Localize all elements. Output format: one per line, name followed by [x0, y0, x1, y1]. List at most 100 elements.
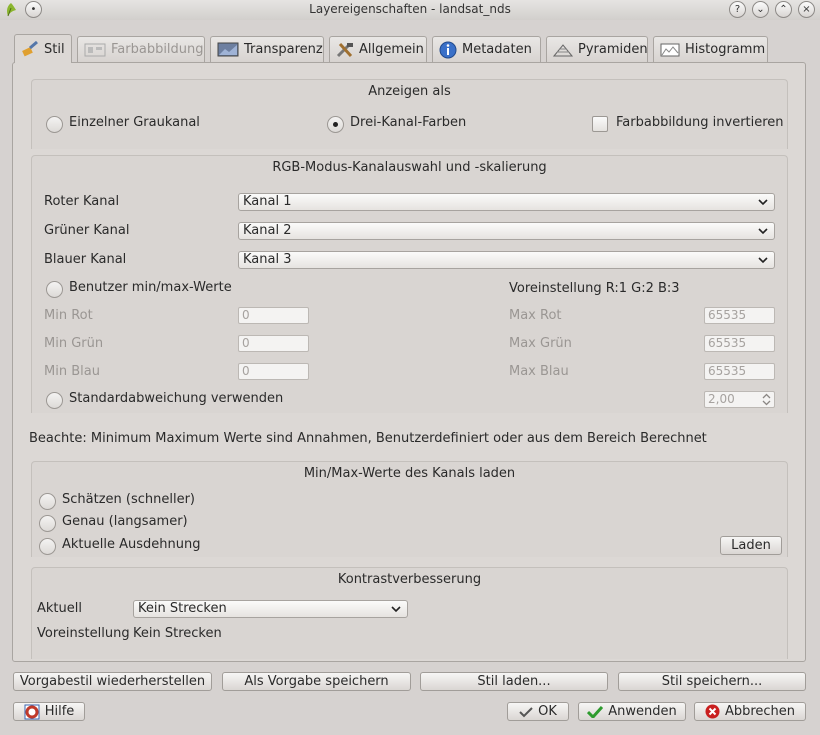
apply-button[interactable]: Anwenden	[578, 702, 686, 721]
colormap-icon	[84, 43, 106, 56]
estimate-label: Schätzen (schneller)	[62, 492, 196, 507]
tab-colormap[interactable]: Farbabbildung	[77, 36, 205, 62]
single-gray-radio[interactable]	[46, 116, 63, 133]
info-icon	[439, 41, 457, 58]
contrast-preset-value: Kein Strecken	[133, 626, 222, 641]
ok-label: OK	[538, 704, 557, 719]
max-green-label: Max Grün	[509, 336, 572, 351]
min-green-field[interactable]: 0	[238, 335, 309, 352]
blue-band-value: Kanal 3	[243, 252, 292, 267]
tab-colormap-label: Farbabbildung	[111, 42, 204, 57]
blue-band-select[interactable]: Kanal 3	[238, 251, 775, 269]
max-blue-field[interactable]: 65535	[704, 363, 775, 380]
red-band-label: Roter Kanal	[44, 194, 120, 209]
stddev-radio[interactable]	[46, 392, 63, 409]
tools-icon	[336, 42, 353, 57]
tab-pyramids[interactable]: Pyramiden	[546, 36, 648, 62]
tab-style-label: Stil	[44, 41, 65, 57]
cancel-button[interactable]: Abbrechen	[694, 702, 806, 721]
chevron-down-icon	[758, 257, 768, 264]
tab-transparency[interactable]: Transparenz	[210, 36, 324, 62]
tab-histogram[interactable]: Histogramm	[653, 36, 768, 62]
contrast-select[interactable]: Kein Strecken	[133, 600, 408, 618]
load-style-button[interactable]: Stil laden...	[420, 672, 608, 691]
ok-button[interactable]: OK	[507, 702, 569, 721]
minimize-button[interactable]: ⌄	[752, 1, 769, 18]
save-style-button[interactable]: Stil speichern...	[618, 672, 806, 691]
exact-label: Genau (langsamer)	[62, 514, 188, 529]
restore-default-style-button[interactable]: Vorgabestil wiederherstellen	[13, 672, 212, 691]
tab-pyramids-label: Pyramiden	[578, 42, 648, 57]
tab-histogram-label: Histogramm	[685, 42, 766, 57]
lifebuoy-icon	[24, 704, 40, 719]
chevron-down-icon	[758, 199, 768, 206]
red-band-select[interactable]: Kanal 1	[238, 193, 775, 211]
single-gray-label: Einzelner Graukanal	[69, 115, 200, 130]
chevron-down-icon	[391, 606, 401, 613]
blue-band-label: Blauer Kanal	[44, 252, 127, 267]
green-band-select[interactable]: Kanal 2	[238, 222, 775, 240]
min-blue-field[interactable]: 0	[238, 363, 309, 380]
green-checkmark-icon	[587, 705, 604, 718]
max-red-field[interactable]: 65535	[704, 307, 775, 324]
three-band-label: Drei-Kanal-Farben	[350, 115, 467, 130]
three-band-radio[interactable]	[327, 116, 344, 133]
contrast-preset-label: Voreinstellung	[37, 626, 130, 641]
invert-colormap-checkbox[interactable]	[592, 116, 608, 132]
max-green-field[interactable]: 65535	[704, 335, 775, 352]
brush-icon	[22, 41, 38, 57]
max-red-label: Max Rot	[509, 308, 562, 323]
maximize-button[interactable]: ⌃	[775, 1, 792, 18]
user-minmax-label: Benutzer min/max-Werte	[69, 280, 232, 295]
rgb-group: RGB-Modus-Kanalauswahl und -skalierung R…	[31, 155, 788, 413]
min-blue-label: Min Blau	[44, 364, 100, 379]
save-as-default-button[interactable]: Als Vorgabe speichern	[222, 672, 411, 691]
max-blue-label: Max Blau	[509, 364, 569, 379]
close-button[interactable]: ×	[798, 1, 815, 18]
min-red-label: Min Rot	[44, 308, 93, 323]
display-as-group: Anzeigen als Einzelner Graukanal Drei-Ka…	[31, 79, 788, 149]
chevron-down-icon	[758, 228, 768, 235]
estimate-radio[interactable]	[39, 493, 56, 510]
title-bar: • Layereigenschaften - landsat_nds ? ⌄ ⌃…	[0, 0, 820, 20]
help-title-button[interactable]: ?	[729, 1, 746, 18]
exact-radio[interactable]	[39, 515, 56, 532]
load-button[interactable]: Laden	[720, 536, 782, 555]
contrast-value: Kein Strecken	[138, 601, 227, 616]
red-band-value: Kanal 1	[243, 194, 292, 209]
histogram-icon	[660, 43, 680, 56]
min-green-label: Min Grün	[44, 336, 104, 351]
window-title: Layereigenschaften - landsat_nds	[309, 2, 511, 16]
help-button[interactable]: Hilfe	[13, 702, 85, 721]
current-extent-label: Aktuelle Ausdehnung	[62, 537, 201, 552]
tab-metadata[interactable]: Metadaten	[432, 36, 541, 62]
stddev-spinbox[interactable]: 2,00	[704, 391, 775, 408]
rgb-title: RGB-Modus-Kanalauswahl und -skalierung	[272, 160, 547, 175]
stddev-value: 2,00	[708, 392, 735, 406]
contrast-title: Kontrastverbesserung	[337, 572, 482, 587]
tab-general-label: Allgemein	[359, 42, 424, 57]
tab-general[interactable]: Allgemein	[329, 36, 427, 62]
current-extent-radio[interactable]	[39, 538, 56, 555]
preset-bands-label: Voreinstellung R:1 G:2 B:3	[509, 281, 680, 296]
tab-style[interactable]: Stil	[14, 34, 72, 63]
checkmark-icon	[519, 706, 533, 717]
tab-transparency-label: Transparenz	[244, 42, 323, 57]
tab-metadata-label: Metadaten	[462, 42, 532, 57]
stddev-label: Standardabweichung verwenden	[69, 391, 284, 406]
pyramid-icon	[553, 43, 573, 56]
cancel-icon	[705, 704, 720, 719]
apply-label: Anwenden	[608, 704, 677, 719]
style-panel: Anzeigen als Einzelner Graukanal Drei-Ka…	[12, 62, 806, 662]
display-as-title: Anzeigen als	[368, 84, 451, 99]
spin-arrows-icon[interactable]	[762, 393, 771, 406]
contrast-group: Kontrastverbesserung Aktuell Kein Streck…	[31, 567, 788, 659]
transparency-icon	[217, 42, 239, 57]
min-red-field[interactable]: 0	[238, 307, 309, 324]
cancel-label: Abbrechen	[724, 704, 796, 719]
user-minmax-radio[interactable]	[46, 281, 63, 298]
help-label: Hilfe	[44, 704, 75, 719]
contrast-current-label: Aktuell	[37, 601, 82, 616]
load-minmax-title: Min/Max-Werte des Kanals laden	[303, 466, 516, 481]
load-minmax-group: Min/Max-Werte des Kanals laden Schätzen …	[31, 461, 788, 557]
